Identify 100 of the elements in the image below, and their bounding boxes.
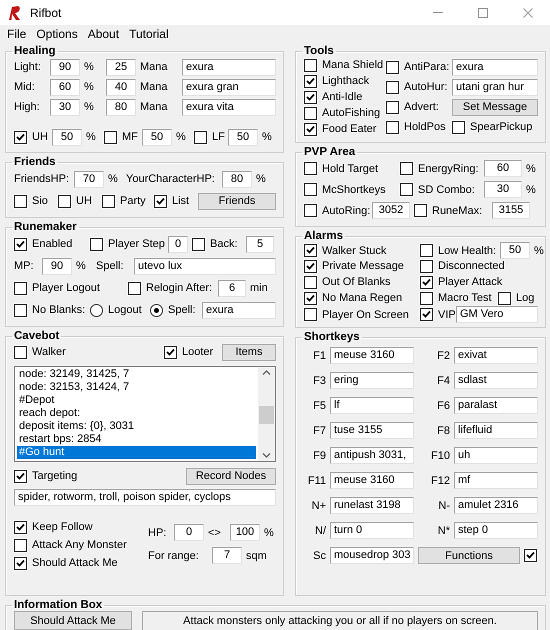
text-field[interactable]: exura: [182, 58, 276, 76]
checkbox-label[interactable]: Player Step: [108, 238, 165, 250]
maximize-icon[interactable]: [478, 8, 488, 18]
checkbox[interactable]: [14, 130, 27, 144]
checkbox-label[interactable]: UH: [32, 131, 48, 143]
checkbox[interactable]: [304, 58, 317, 72]
checkbox[interactable]: [14, 194, 27, 208]
menu-item[interactable]: About: [82, 27, 124, 41]
text-field[interactable]: meuse 3160: [330, 347, 414, 364]
action-button[interactable]: Friends: [198, 192, 276, 210]
minimize-icon[interactable]: [432, 12, 442, 13]
checkbox[interactable]: [90, 238, 103, 250]
checkbox-label[interactable]: UH: [76, 195, 92, 207]
list-item[interactable]: restart bps: 2854: [17, 433, 256, 446]
checkbox[interactable]: [420, 308, 433, 321]
number-field[interactable]: 100: [230, 524, 260, 541]
checkbox[interactable]: [14, 556, 27, 570]
number-field[interactable]: 0: [174, 524, 204, 541]
checkbox-label[interactable]: Advert:: [404, 101, 439, 113]
checkbox-label[interactable]: AutoFishing: [322, 107, 380, 119]
number-field[interactable]: 80: [222, 170, 252, 188]
checkbox-label[interactable]: EnergyRing:: [418, 162, 479, 174]
checkbox[interactable]: [498, 292, 511, 304]
text-field[interactable]: lifefluid: [454, 422, 538, 439]
text-field[interactable]: mf: [454, 472, 538, 489]
menu-item[interactable]: Tutorial: [124, 27, 174, 41]
checkbox-label[interactable]: Lighthack: [322, 75, 370, 87]
checkbox[interactable]: [386, 60, 399, 74]
checkbox[interactable]: [154, 194, 167, 208]
checkbox[interactable]: [400, 183, 413, 196]
list-item[interactable]: reach depot:: [17, 407, 256, 420]
checkbox[interactable]: [304, 106, 317, 120]
checkbox-label[interactable]: LF: [212, 131, 225, 143]
checkbox[interactable]: [386, 100, 399, 114]
checkbox-label[interactable]: Low Health:: [438, 244, 496, 256]
checkbox[interactable]: [304, 162, 317, 175]
radio-label[interactable]: Spell:: [168, 304, 196, 316]
number-field[interactable]: 50: [500, 242, 530, 259]
menu-item[interactable]: File: [2, 27, 32, 41]
number-field[interactable]: 90: [50, 58, 80, 76]
checkbox[interactable]: [304, 204, 317, 217]
checkbox[interactable]: [304, 90, 317, 104]
text-field[interactable]: paralast: [454, 397, 538, 414]
checkbox-label[interactable]: Anti-Idle: [322, 91, 362, 103]
checkbox-label[interactable]: VIP: [438, 308, 456, 320]
checkbox[interactable]: [386, 80, 399, 94]
checkbox[interactable]: [14, 538, 27, 552]
list-item[interactable]: #Go hunt: [17, 446, 256, 459]
text-field[interactable]: exura gran: [182, 78, 276, 96]
text-field[interactable]: uh: [454, 447, 538, 464]
text-field[interactable]: sdlast: [454, 372, 538, 389]
checkbox[interactable]: [400, 162, 413, 175]
checkbox[interactable]: [14, 470, 27, 482]
number-field[interactable]: 3052: [372, 202, 410, 219]
close-icon[interactable]: [522, 8, 532, 18]
number-field[interactable]: 30: [50, 98, 80, 116]
checkbox[interactable]: [14, 282, 27, 294]
checkbox-label[interactable]: Back:: [210, 238, 238, 250]
checkbox-label[interactable]: Looter: [182, 346, 214, 358]
caret-up-icon[interactable]: [262, 370, 271, 375]
text-field[interactable]: exivat: [454, 347, 538, 364]
checkbox[interactable]: [14, 304, 27, 316]
radio-button[interactable]: [150, 304, 163, 316]
checkbox[interactable]: [304, 260, 317, 272]
checkbox-label[interactable]: Attack Any Monster: [32, 539, 127, 551]
checkbox-label[interactable]: MF: [122, 131, 138, 143]
checkbox-label[interactable]: Player Logout: [32, 282, 100, 294]
scrollbar[interactable]: [258, 367, 275, 461]
number-field[interactable]: 6: [218, 280, 246, 296]
text-field[interactable]: exura vita: [182, 98, 276, 116]
checkbox[interactable]: [194, 130, 207, 144]
text-field[interactable]: antipush 3031,: [330, 447, 414, 464]
text-field[interactable]: ering: [330, 372, 414, 389]
checkbox-label[interactable]: Food Eater: [322, 123, 376, 135]
checkbox[interactable]: [104, 130, 117, 144]
checkbox[interactable]: [304, 308, 317, 321]
checkbox-label[interactable]: SD Combo:: [418, 184, 475, 196]
number-field[interactable]: 7: [212, 547, 242, 564]
checkbox-label[interactable]: Macro Test: [438, 292, 492, 304]
text-field[interactable]: exura: [202, 302, 276, 318]
checkbox-label[interactable]: Log: [516, 292, 534, 304]
text-field[interactable]: step 0: [454, 522, 538, 539]
checkbox-label[interactable]: Enabled: [32, 238, 72, 250]
checkbox[interactable]: [524, 549, 537, 562]
checkbox[interactable]: [452, 120, 465, 134]
checkbox[interactable]: [414, 204, 427, 217]
checkbox-label[interactable]: Player On Screen: [322, 308, 409, 320]
number-field[interactable]: 25: [106, 58, 136, 76]
text-field[interactable]: runelast 3198: [330, 497, 414, 514]
checkbox-label[interactable]: SpearPickup: [470, 121, 532, 133]
number-field[interactable]: 50: [52, 128, 82, 146]
checkbox-label[interactable]: Player Attack: [438, 276, 502, 288]
number-field[interactable]: 70: [74, 170, 104, 188]
action-button[interactable]: Should Attack Me: [14, 611, 132, 630]
checkbox-label[interactable]: AntiPara:: [404, 61, 450, 73]
checkbox-label[interactable]: List: [172, 195, 190, 207]
checkbox[interactable]: [304, 183, 317, 196]
text-field[interactable]: exura: [452, 58, 538, 76]
checkbox-label[interactable]: No Blanks:: [32, 304, 86, 316]
checkbox-label[interactable]: HoldPos: [404, 121, 446, 133]
